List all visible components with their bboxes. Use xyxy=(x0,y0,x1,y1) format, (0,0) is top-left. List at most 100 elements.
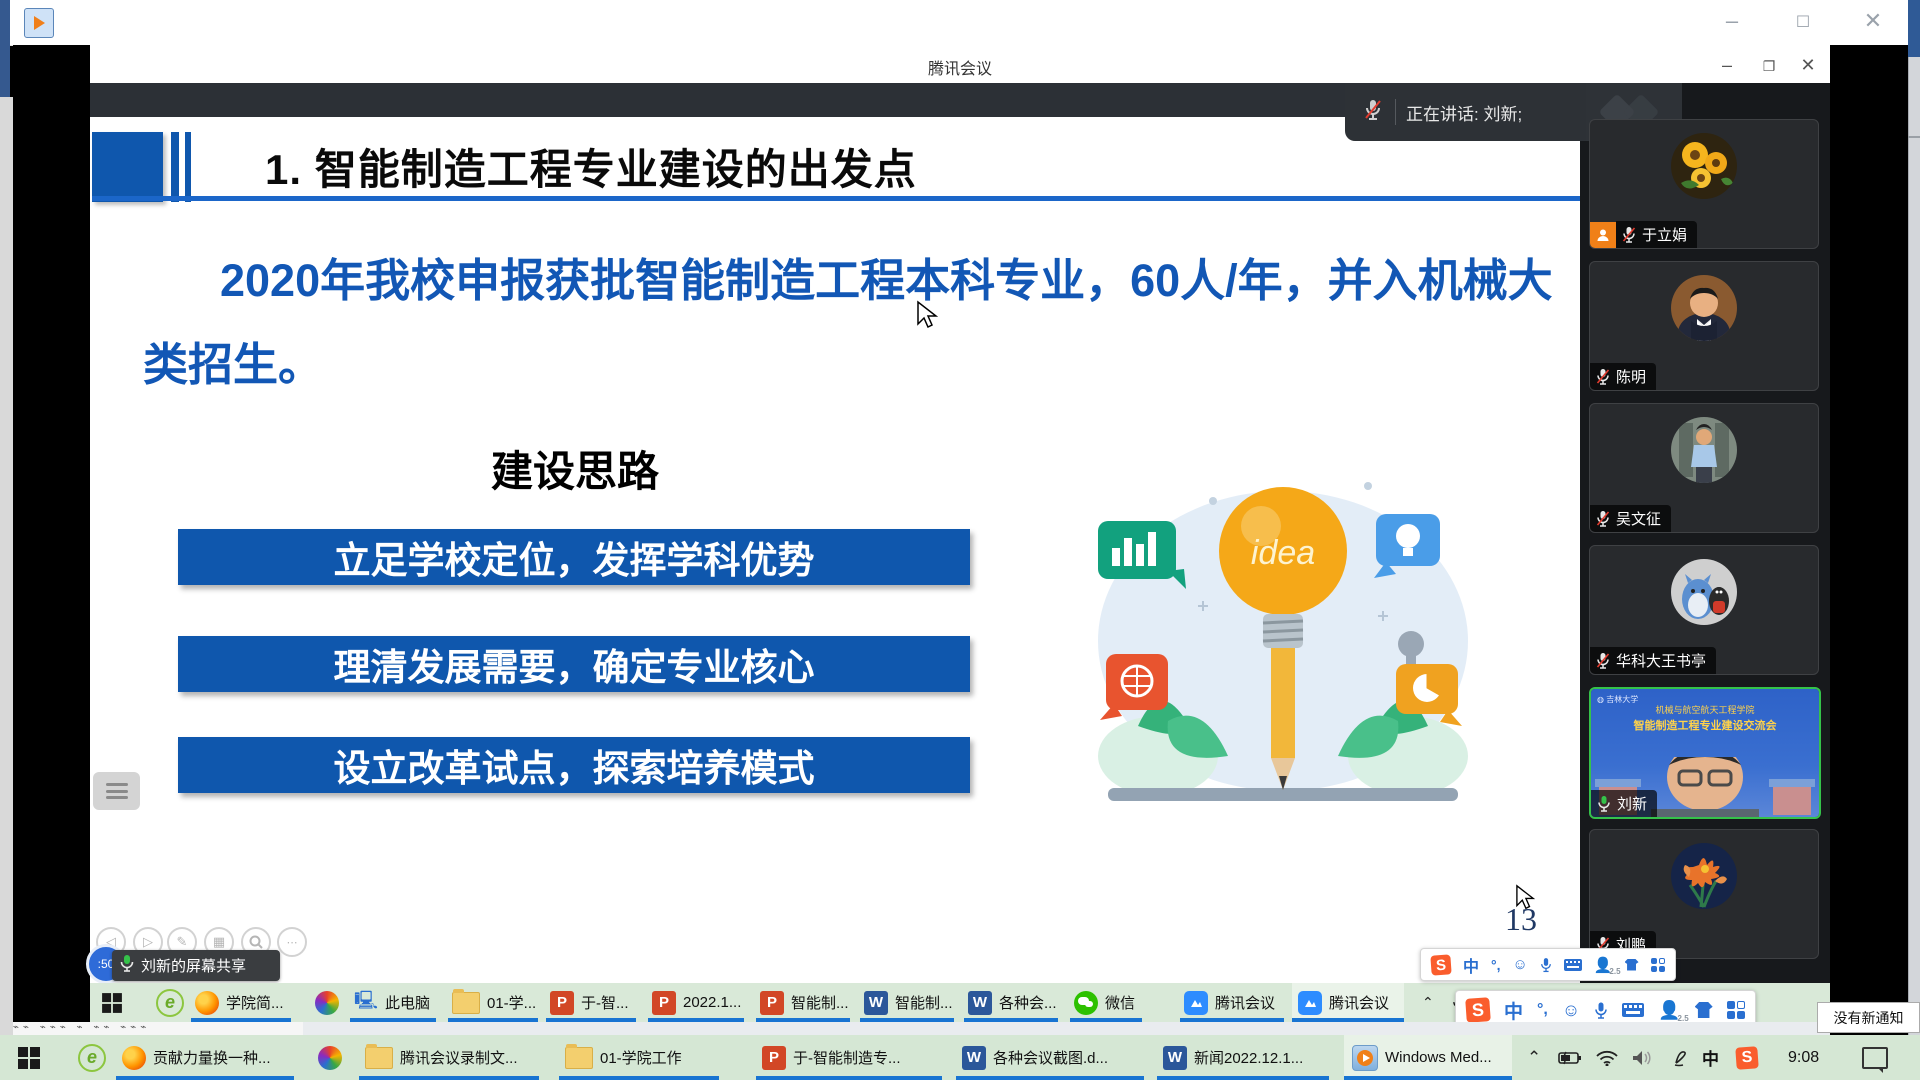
host-badge-icon xyxy=(1590,222,1616,248)
folder-icon xyxy=(452,992,480,1014)
sogou-logo-icon: S xyxy=(1430,954,1451,975)
slide-section-heading: 建设思路 xyxy=(400,438,750,499)
outer-close-button[interactable]: ✕ xyxy=(1856,10,1890,32)
participant-tile[interactable]: 刘鹏 xyxy=(1589,829,1819,959)
outer-maximize-button[interactable]: ☐ xyxy=(1786,12,1820,34)
ime-keyboard-icon[interactable] xyxy=(1564,959,1582,971)
meeting-restore-button[interactable]: ❐ xyxy=(1754,58,1784,75)
ime-voice-icon[interactable] xyxy=(1540,957,1552,973)
participant-tile-active-speaker[interactable]: ◍ 吉林大学 机械与航空航天工程学院 智能制造工程专业建设交流会 刘新 xyxy=(1589,687,1821,819)
outer-minimize-button[interactable]: – xyxy=(1715,10,1749,32)
ime-toolbox-icon[interactable] xyxy=(1727,1001,1745,1019)
wifi-icon[interactable] xyxy=(1596,1035,1618,1080)
shared-taskbar-wechat[interactable]: 微信 xyxy=(1074,983,1135,1022)
ime-skin-icon[interactable] xyxy=(1695,1002,1713,1018)
tray-chevron[interactable]: ⌃ xyxy=(1527,1035,1541,1080)
ime-emoji-icon[interactable]: ☺ xyxy=(1513,956,1528,973)
ime-punct-icon[interactable]: °, xyxy=(1491,957,1501,973)
ime-toolbox-icon[interactable] xyxy=(1651,958,1665,972)
participant-tile[interactable]: 于立娟 xyxy=(1589,119,1819,249)
ime-lang-icon[interactable]: 中 xyxy=(1504,997,1523,1024)
battery-icon[interactable] xyxy=(1558,1035,1582,1080)
meeting-minimize-button[interactable]: – xyxy=(1712,55,1742,76)
active-mic-icon xyxy=(120,954,134,977)
shared-taskbar-pinwheel[interactable] xyxy=(315,983,339,1022)
taskbar-ppt[interactable]: P于-智能制造专... xyxy=(762,1035,901,1080)
media-player-icon[interactable] xyxy=(24,8,54,38)
meeting-titlebar: 腾讯会议 xyxy=(90,45,1830,83)
sogou-tray-icon[interactable]: S xyxy=(1736,1035,1758,1080)
windows-logo-icon xyxy=(102,993,122,1013)
tencent-meeting-icon xyxy=(1298,991,1322,1015)
ime-skin-icon[interactable] xyxy=(1625,959,1639,971)
taskbar-firefox-doc[interactable]: 贡献力量换一种... xyxy=(122,1035,271,1080)
pinwheel-browser-icon xyxy=(318,1046,342,1070)
ime-emoji-icon[interactable]: ☺ xyxy=(1562,1000,1580,1021)
ime-toolbar-remote[interactable]: S 中 °, ☺ 👤2.5 xyxy=(1420,948,1676,981)
shared-taskbar-meeting1[interactable]: 腾讯会议 xyxy=(1184,983,1275,1022)
muted-mic-icon xyxy=(1596,368,1610,386)
volume-icon[interactable] xyxy=(1632,1035,1652,1080)
wechat-icon xyxy=(1074,991,1098,1015)
taskbar-folder-recordings[interactable]: 腾讯会议录制文... xyxy=(365,1035,518,1080)
slide-title: 1. 智能制造工程专业建设的出发点 xyxy=(265,136,917,197)
list-icon xyxy=(106,783,128,799)
shared-taskbar-this-pc[interactable]: 🖳此电脑 xyxy=(354,983,430,1022)
start-button[interactable] xyxy=(18,1035,40,1080)
action-center-icon[interactable] xyxy=(1862,1035,1888,1080)
taskbar-word-news[interactable]: W新闻2022.12.1... xyxy=(1163,1035,1303,1080)
pen-input-icon[interactable] xyxy=(1672,1035,1690,1080)
taskbar-pinwheel[interactable] xyxy=(318,1035,342,1080)
more-options-button[interactable]: ⋯ xyxy=(277,927,307,957)
ime-mode-indicator[interactable]: 中 xyxy=(1702,1035,1719,1080)
ime-account-icon[interactable]: 👤2.5 xyxy=(1658,1000,1680,1021)
folder-icon xyxy=(365,1047,393,1069)
participant-name: 于立娟 xyxy=(1642,224,1687,245)
participant-tile[interactable]: 吴文征 xyxy=(1589,403,1819,533)
slide-title-bar2 xyxy=(185,132,191,202)
shared-taskbar-ie[interactable]: e xyxy=(156,983,184,1022)
shared-start-button[interactable] xyxy=(101,983,123,1022)
taskbar-folder-work[interactable]: 01-学院工作 xyxy=(565,1035,682,1080)
background-scrollbar-top xyxy=(1908,0,1920,57)
pinwheel-browser-icon xyxy=(315,991,339,1015)
shared-tray-chevron[interactable]: ⌃ xyxy=(1422,983,1434,1022)
shared-taskbar-ppt3[interactable]: P智能制... xyxy=(760,983,849,1022)
bullet-box-2: 理清发展需要，确定专业核心 xyxy=(178,636,970,692)
shared-taskbar-ppt2[interactable]: P2022.1... xyxy=(652,983,741,1022)
sogou-logo-icon: S xyxy=(1465,997,1491,1023)
powerpoint-icon: P xyxy=(652,991,676,1015)
screen: – ☐ ✕ 腾讯会议 – ❐ ✕ 正在讲话: 刘新; 1. 智能制造工程专业建设… xyxy=(0,0,1920,1080)
ime-punct-icon[interactable]: °, xyxy=(1537,1001,1548,1019)
taskbar-word-screenshots[interactable]: W各种会议截图.d... xyxy=(962,1035,1108,1080)
shared-taskbar-meeting2-active[interactable]: 腾讯会议 xyxy=(1298,983,1389,1022)
participant-tile[interactable]: 陈明 xyxy=(1589,261,1819,391)
video-banner-line2: 智能制造工程专业建设交流会 xyxy=(1591,717,1819,733)
shared-taskbar-firefox-doc[interactable]: 学院简... xyxy=(195,983,284,1022)
background-scrollbar[interactable] xyxy=(1908,57,1920,1035)
shared-taskbar-ppt1[interactable]: P于-智... xyxy=(550,983,629,1022)
idea-illustration: idea xyxy=(1078,426,1488,844)
wmp-icon xyxy=(1352,1045,1378,1071)
shared-taskbar-folder1[interactable]: 01-学... xyxy=(452,983,536,1022)
local-cursor xyxy=(1515,884,1535,911)
ime-account-icon[interactable]: 👤2.5 xyxy=(1594,956,1613,974)
outer-window-titlebar xyxy=(0,0,1920,46)
shared-taskbar-word2[interactable]: W各种会... xyxy=(968,983,1057,1022)
taskbar-wmp-active[interactable]: Windows Med... xyxy=(1352,1035,1492,1080)
bullet-box-3: 设立改革试点，探索培养模式 xyxy=(178,737,970,793)
speaking-banner: 正在讲话: 刘新; xyxy=(1345,83,1586,141)
sidebar-toggle-button[interactable] xyxy=(93,772,140,810)
ime-voice-icon[interactable] xyxy=(1594,1001,1608,1020)
meeting-close-button[interactable]: ✕ xyxy=(1793,55,1823,76)
muted-mic-icon xyxy=(1363,98,1383,127)
taskbar-ie[interactable]: e xyxy=(78,1035,106,1080)
ime-keyboard-icon[interactable] xyxy=(1622,1003,1644,1017)
clock[interactable]: 9:08 xyxy=(1788,1035,1819,1080)
ime-lang-icon[interactable]: 中 xyxy=(1463,953,1479,977)
background-window-edge xyxy=(0,0,10,97)
shared-taskbar-word1[interactable]: W智能制... xyxy=(864,983,953,1022)
screen-share-banner[interactable]: 刘新的屏幕共享 xyxy=(112,950,280,981)
participant-tile[interactable]: 华科大王书亭 xyxy=(1589,545,1819,675)
word-icon: W xyxy=(1163,1046,1187,1070)
